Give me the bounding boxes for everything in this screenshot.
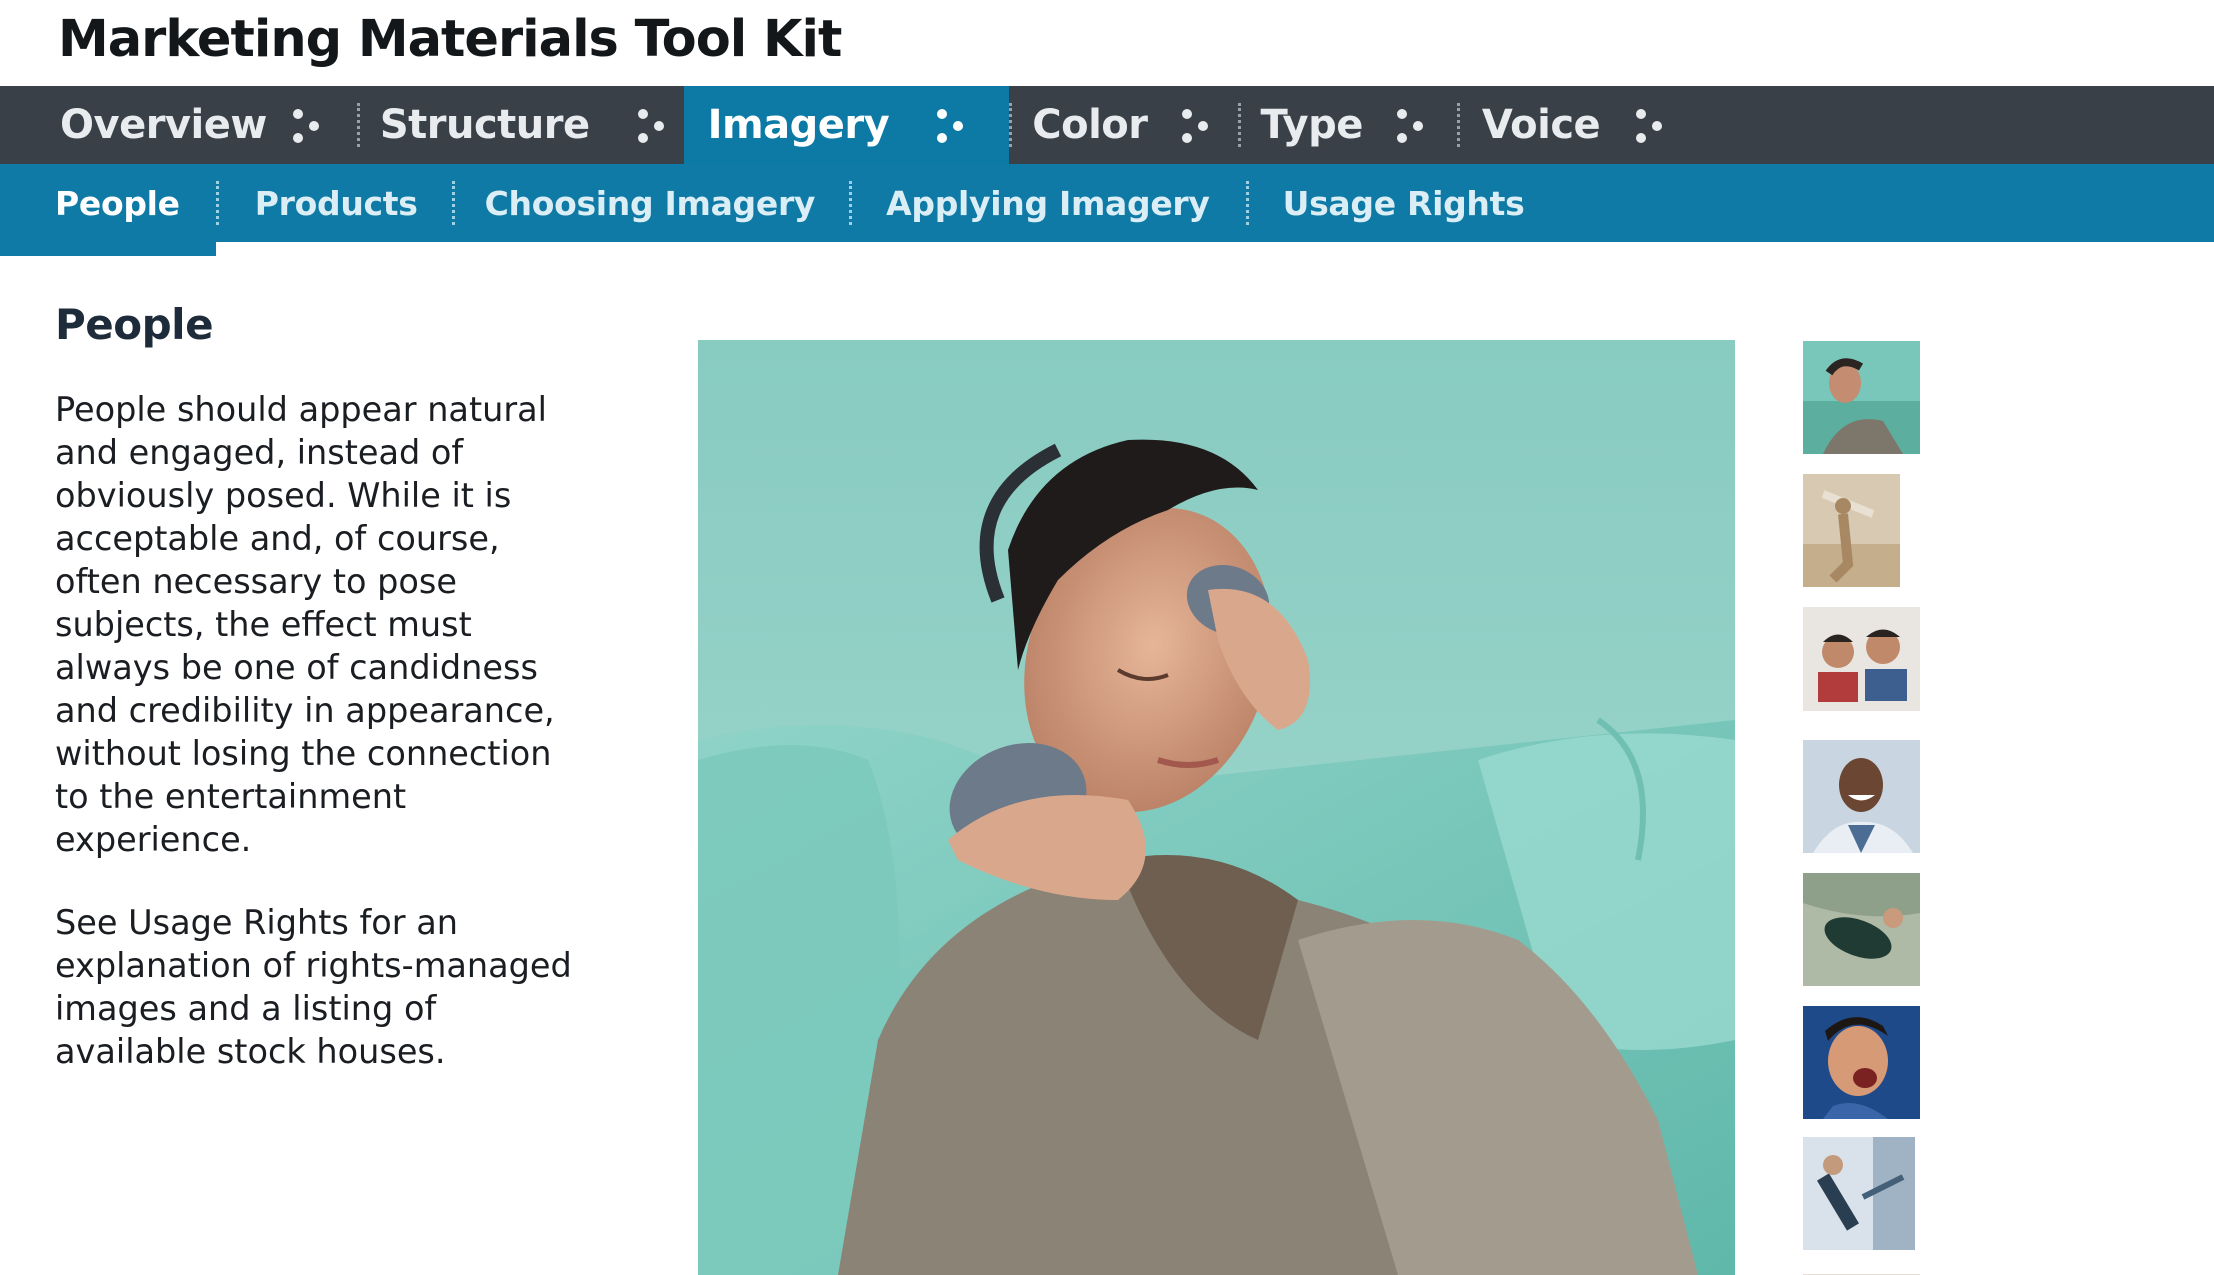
body-paragraph: People should appear natural and engaged…: [55, 390, 555, 859]
subnav-divider: [849, 181, 853, 225]
tab-color[interactable]: Color: [1032, 86, 1213, 164]
subnav-item-choosing-imagery[interactable]: Choosing Imagery: [485, 164, 816, 242]
subnav-label: People: [55, 183, 180, 223]
page-title: Marketing Materials Tool Kit: [58, 10, 842, 69]
thumbnail-person-lying[interactable]: [1803, 873, 1920, 986]
thumbnail-partial[interactable]: [1803, 1267, 1920, 1275]
thumbnail-image: [1803, 1006, 1920, 1119]
section-heading: People: [55, 300, 214, 349]
tab-label: Color: [1032, 102, 1148, 148]
header: Marketing Materials Tool Kit: [0, 0, 2214, 86]
primary-nav: Overview Structure Imagery Color Type Vo…: [0, 86, 2214, 164]
subnav-divider: [451, 181, 455, 225]
nav-divider: [356, 103, 360, 147]
thumbnail-image: [1803, 607, 1920, 711]
hero-photo-illustration: [698, 340, 1735, 1275]
thumbnail-image: [1803, 341, 1920, 454]
tab-overview[interactable]: Overview: [0, 86, 325, 164]
subnav-item-applying-imagery[interactable]: Applying Imagery: [886, 164, 1210, 242]
dots-icon: [289, 103, 325, 147]
dots-icon: [1632, 103, 1668, 147]
nav-divider: [1456, 103, 1460, 147]
thumbnail-office[interactable]: [1803, 1137, 1915, 1250]
subnav-label: Products: [254, 183, 418, 223]
body-paragraph: See Usage Rights for an explanation of r…: [55, 903, 572, 1071]
tab-label: Overview: [60, 102, 267, 148]
thumbnail-children[interactable]: [1803, 607, 1920, 711]
dots-icon: [1393, 103, 1429, 147]
subnav-divider: [1245, 181, 1249, 225]
tab-voice[interactable]: Voice: [1482, 86, 1668, 164]
subnav-label: Usage Rights: [1282, 183, 1525, 223]
thumbnail-smiling-man[interactable]: [1803, 740, 1920, 853]
dots-icon: [1178, 103, 1214, 147]
tab-type[interactable]: Type: [1261, 86, 1429, 164]
subnav-label: Choosing Imagery: [484, 183, 816, 223]
subnav-item-products[interactable]: Products: [255, 164, 418, 242]
tab-label: Structure: [379, 102, 590, 148]
tab-label: Voice: [1481, 102, 1601, 148]
thumbnail-image: [1803, 474, 1900, 587]
nav-divider: [1009, 103, 1013, 147]
thumbnail-dancer[interactable]: [1803, 474, 1900, 587]
subnav-item-people[interactable]: People: [0, 164, 216, 256]
nav-divider: [1237, 103, 1241, 147]
tab-label: Type: [1260, 102, 1364, 148]
thumbnail-shouting-child[interactable]: [1803, 1006, 1920, 1119]
body-text: People should appear natural and engaged…: [55, 388, 575, 1113]
subnav-label: Applying Imagery: [886, 183, 1210, 223]
dots-icon: [933, 103, 969, 147]
tab-label: Imagery: [707, 102, 890, 148]
thumbnail-image: [1803, 1137, 1915, 1250]
tab-structure[interactable]: Structure: [380, 86, 670, 164]
dots-icon: [634, 103, 670, 147]
subnav-divider: [215, 181, 219, 225]
subnav-item-usage-rights[interactable]: Usage Rights: [1283, 164, 1525, 242]
thumbnail-image: [1803, 740, 1920, 853]
thumbnail-image: [1803, 873, 1920, 986]
thumbnail-woman-headphones[interactable]: [1803, 341, 1920, 454]
secondary-nav: People Products Choosing Imagery Applyin…: [0, 164, 2214, 256]
hero-image: [698, 340, 1735, 1275]
tab-imagery[interactable]: Imagery: [683, 86, 1010, 164]
